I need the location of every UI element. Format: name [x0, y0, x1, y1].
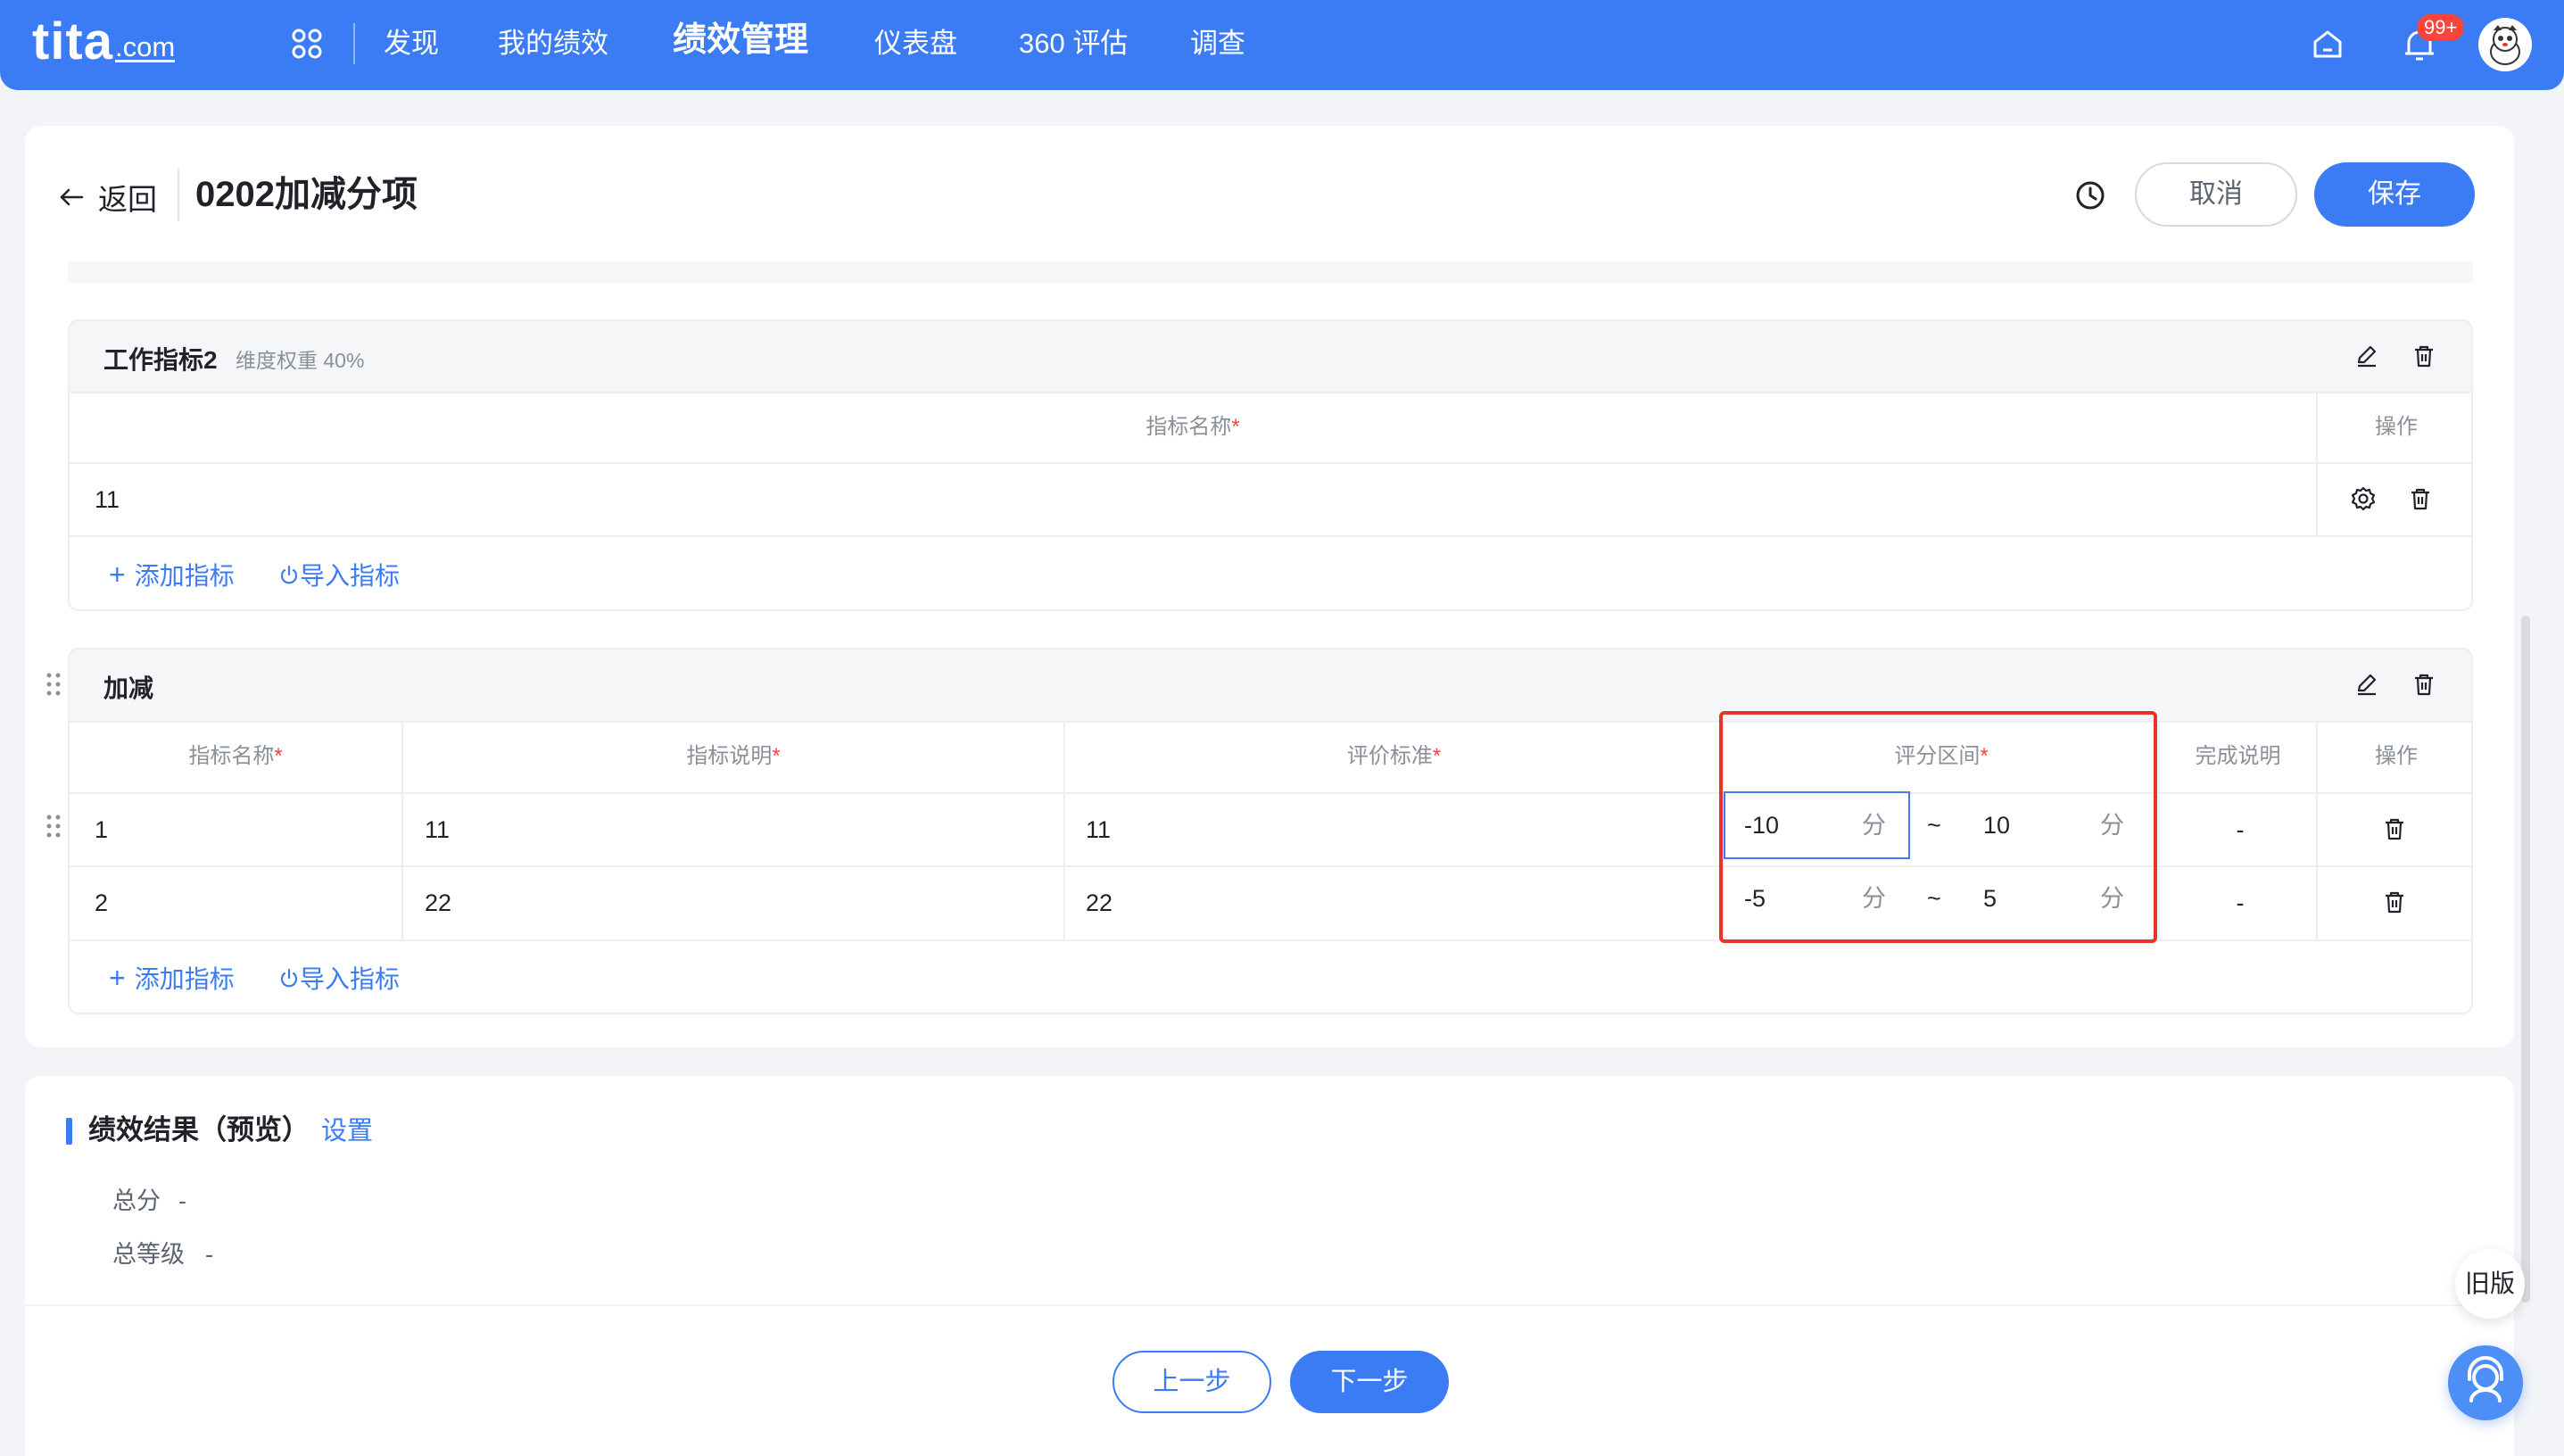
total-grade-label: 总等级 [112, 1241, 185, 1268]
notification-count-badge: 99+ [2417, 14, 2465, 41]
total-score-label: 总分 [112, 1187, 161, 1214]
user-avatar[interactable] [2478, 18, 2532, 71]
result-preview-card [25, 1076, 2514, 1304]
indicator-name-cell[interactable]: 2 [95, 867, 108, 939]
add-indicator-link[interactable]: + 添加指标 [109, 960, 235, 996]
column-header-actions: 操作 [2375, 744, 2418, 768]
row-drag-handle-icon[interactable] [45, 813, 62, 840]
section-title: 加减 [103, 674, 154, 702]
previous-step-button[interactable]: 上一步 [1112, 1351, 1271, 1413]
page-title: 0202加减分项 [195, 175, 418, 214]
add-indicator-link[interactable]: + 添加指标 [109, 557, 235, 592]
column-header-description: 指标说明* [686, 744, 781, 768]
tita-logo[interactable]: tita .com [32, 12, 176, 70]
power-icon [280, 565, 298, 584]
indicator-name-cell[interactable]: 1 [95, 794, 108, 865]
plus-icon: + [109, 961, 126, 994]
scrollbar[interactable] [2521, 616, 2530, 1303]
section-accent-bar [66, 1118, 72, 1145]
history-clock-icon[interactable] [2074, 179, 2106, 211]
delete-icon[interactable] [2407, 485, 2434, 512]
next-step-button[interactable]: 下一步 [1290, 1351, 1449, 1413]
completion-cell: - [2236, 816, 2245, 843]
edit-icon[interactable] [2353, 343, 2380, 369]
section-header [70, 649, 2471, 721]
back-button[interactable]: 返回 [59, 176, 157, 219]
nav-divider [353, 23, 355, 64]
result-settings-link[interactable]: 设置 [321, 1113, 373, 1149]
section-title: 工作指标2 [103, 346, 218, 374]
total-grade-value: - [205, 1241, 213, 1268]
score-range-highlight-box [1719, 711, 2157, 943]
support-agent-icon [2468, 1356, 2503, 1402]
logo-domain-text: .com [115, 31, 176, 62]
apps-grid-icon[interactable] [290, 27, 324, 61]
plus-icon: + [109, 558, 126, 591]
import-indicator-link[interactable]: 导入指标 [278, 960, 400, 996]
edit-icon[interactable] [2353, 671, 2380, 698]
column-header-completion: 完成说明 [2195, 744, 2281, 768]
arrow-left-icon [60, 188, 84, 206]
old-version-button[interactable]: 旧版 [2455, 1249, 2525, 1319]
nav-item-dashboard[interactable]: 仪表盘 [874, 23, 957, 64]
column-header-name: 指标名称* [1146, 415, 1240, 439]
customer-support-button[interactable] [2448, 1345, 2523, 1420]
result-title: 绩效结果（预览） [88, 1114, 310, 1146]
total-score-value: - [178, 1187, 186, 1214]
cancel-button[interactable]: 取消 [2135, 162, 2297, 227]
nav-item-discover[interactable]: 发现 [384, 23, 439, 64]
criteria-cell[interactable]: 22 [1086, 867, 1112, 939]
nav-item-360-review[interactable]: 360 评估 [1019, 23, 1128, 64]
previous-section-bottom [68, 261, 2473, 283]
logo-main-text: tita [32, 12, 113, 70]
section-weight: 维度权重 40% [236, 349, 365, 372]
settings-gear-icon[interactable] [2350, 485, 2377, 512]
indicator-name-cell[interactable]: 11 [95, 464, 120, 535]
indicator-description-cell[interactable]: 11 [425, 794, 450, 865]
import-indicator-link[interactable]: 导入指标 [278, 557, 400, 592]
criteria-cell[interactable]: 11 [1086, 794, 1111, 865]
completion-cell: - [2236, 889, 2245, 916]
delete-icon[interactable] [2411, 671, 2437, 698]
back-label: 返回 [98, 183, 157, 216]
column-header-actions: 操作 [2375, 415, 2418, 439]
nav-item-my-performance[interactable]: 我的绩效 [498, 23, 608, 64]
delete-icon[interactable] [2411, 343, 2437, 369]
column-header-criteria: 评价标准* [1346, 744, 1442, 768]
nav-item-survey[interactable]: 调查 [1190, 23, 1245, 64]
nav-item-performance-management[interactable]: 绩效管理 [673, 20, 808, 61]
section-header [70, 321, 2471, 392]
save-button[interactable]: 保存 [2314, 162, 2475, 227]
drag-handle-icon[interactable] [45, 671, 62, 698]
dimension-section-work-indicators: 工作指标2 维度权重 40% 指标名称* 操作 11 + 添加指标 导入指标 [68, 319, 2473, 611]
column-header-name: 指标名称* [188, 744, 283, 768]
header-divider [178, 168, 179, 221]
indicator-description-cell[interactable]: 22 [425, 867, 451, 939]
delete-icon[interactable] [2381, 815, 2408, 842]
home-icon[interactable] [2310, 27, 2345, 62]
power-icon [280, 968, 298, 988]
delete-icon[interactable] [2381, 889, 2408, 915]
